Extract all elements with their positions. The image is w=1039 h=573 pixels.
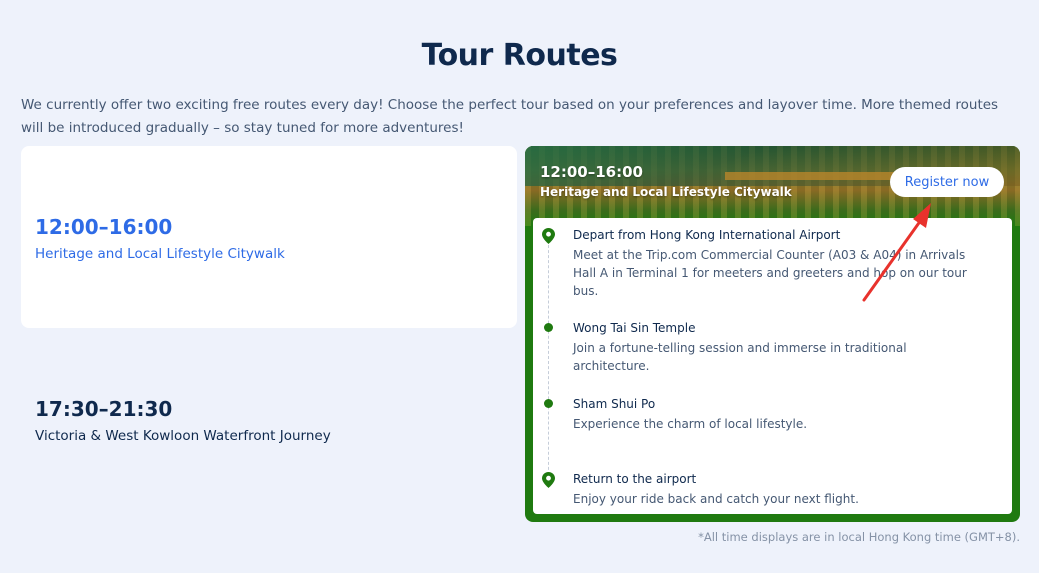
page-title: Tour Routes [421,38,618,73]
timeline-line [548,240,549,480]
route-name: Victoria & West Kowloon Waterfront Journ… [35,427,331,444]
route-name: Heritage and Local Lifestyle Citywalk [35,245,285,262]
route-card-heritage[interactable]: 12:00–16:00 Heritage and Local Lifestyle… [21,146,517,328]
detail-route-name: Heritage and Local Lifestyle Citywalk [540,185,792,199]
route-time: 12:00–16:00 [35,214,173,239]
stop-title: Return to the airport [573,472,697,486]
stop-description: Experience the charm of local lifestyle. [573,417,808,431]
register-now-button[interactable]: Register now [890,167,1004,197]
stop-description: Join a fortune-telling session and immer… [573,341,907,373]
detail-time: 12:00–16:00 [540,163,643,181]
route-detail-panel: 12:00–16:00 Heritage and Local Lifestyle… [525,146,1020,522]
timezone-footnote: *All time displays are in local Hong Kon… [698,530,1020,544]
route-time: 17:30–21:30 [35,396,173,421]
stop-title: Wong Tai Sin Temple [573,321,696,335]
stop-description: Meet at the Trip.com Commercial Counter … [573,248,967,298]
location-pin-icon [542,472,555,492]
dot-icon [542,397,553,408]
stop-title: Sham Shui Po [573,397,656,411]
location-pin-icon [542,228,555,248]
itinerary-list: Depart from Hong Kong International Airp… [533,218,1012,514]
dot-icon [542,321,553,332]
banner-beam-decoration [725,172,905,180]
dot-shape [544,323,553,332]
stop-title: Depart from Hong Kong International Airp… [573,228,841,242]
stop-description: Enjoy your ride back and catch your next… [573,492,859,506]
dot-shape [544,399,553,408]
route-card-waterfront[interactable]: 17:30–21:30 Victoria & West Kowloon Wate… [21,328,517,510]
intro-text: We currently offer two exciting free rou… [21,97,999,136]
